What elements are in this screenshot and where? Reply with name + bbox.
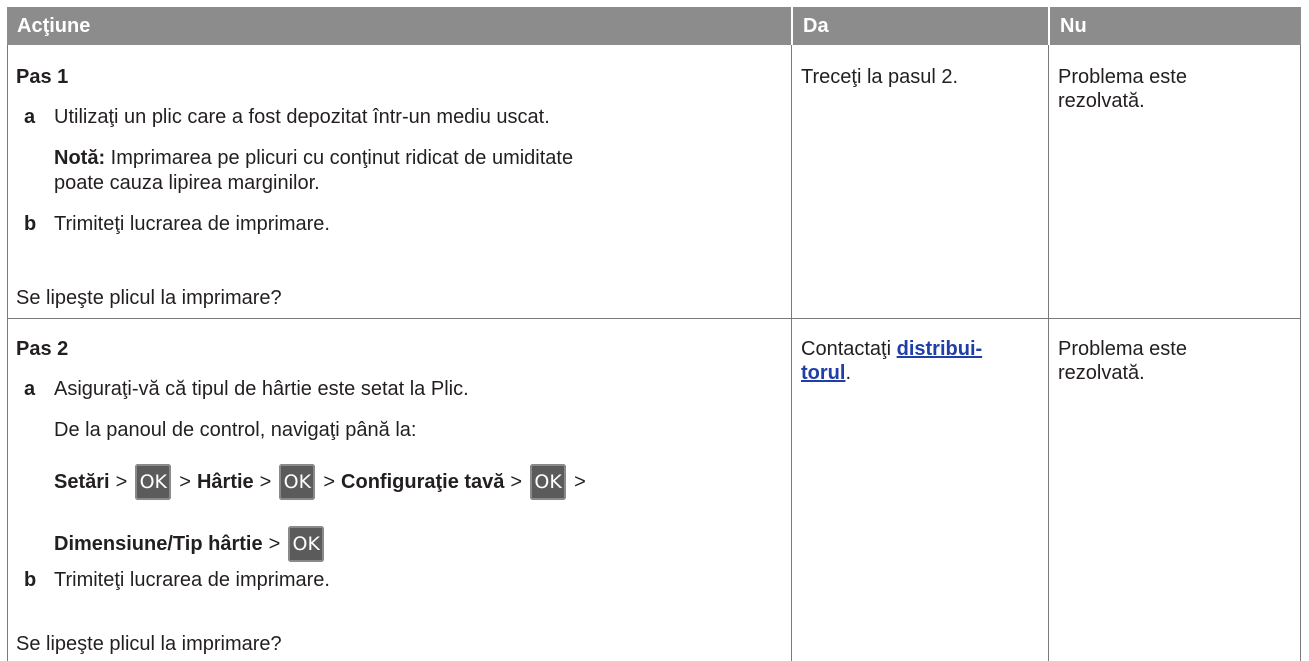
nav-setari: Setări (54, 470, 110, 493)
nav-sep: > (574, 470, 586, 493)
step1-title: Pas 1 (16, 66, 69, 88)
nav-sep: > (115, 470, 128, 493)
step1-b-letter: b (24, 213, 37, 235)
step2-a-letter: a (24, 378, 36, 400)
step2-title: Pas 2 (16, 338, 69, 360)
header-actiune: Acţiune (7, 7, 791, 45)
row-divider (7, 318, 1301, 319)
nav-config: Configuraţie tavă (341, 470, 505, 493)
step2-no-line2: rezolvată. (1058, 362, 1145, 384)
step2-a-text: Asiguraţi-vă că tipul de hârtie este set… (54, 378, 469, 400)
step1-no-line2: rezolvată. (1058, 90, 1145, 112)
nav-path-line1: Setări > OK > Hârtie > OK > Configuraţie… (54, 460, 586, 504)
step2-yes-line1: Contactaţi distribui- (801, 337, 982, 361)
nav-path-line2: Dimensiune/Tip hârtie > OK (54, 522, 332, 566)
step1-yes-text: Treceţi la pasul 2. (801, 66, 959, 88)
yes-prefix: Contactaţi (801, 338, 897, 360)
step1-b-text: Trimiteţi lucrarea de imprimare. (54, 213, 330, 235)
step1-question: Se lipeşte plicul la imprimare? (16, 287, 282, 309)
header-nu: Nu (1050, 7, 1301, 45)
step2-b-letter: b (24, 569, 37, 591)
ok-button-icon: OK (279, 464, 316, 500)
table-border-right (1300, 45, 1301, 661)
nav-dimensiune: Dimensiune/Tip hârtie (54, 532, 263, 555)
step2-yes-line2: torul. (801, 361, 851, 385)
ok-button-icon: OK (288, 526, 325, 562)
step2-nav-text: De la panoul de control, navigaţi până l… (54, 419, 417, 441)
note-text-line1: Imprimarea pe plicuri cu conţinut ridica… (105, 147, 574, 169)
table-border-col1 (791, 45, 792, 661)
nav-hartie: Hârtie (196, 470, 254, 493)
nav-sep: > (259, 470, 272, 493)
header-da: Da (793, 7, 1048, 45)
step1-note-line2: poate cauza lipirea marginilor. (54, 172, 320, 194)
step1-a-text: Utilizaţi un plic care a fost depozitat … (54, 106, 550, 128)
step2-no-line1: Problema este (1058, 338, 1187, 360)
step2-question: Se lipeşte plicul la imprimare? (16, 633, 282, 655)
nav-sep: > (268, 532, 281, 555)
step1-note: Notă: Imprimarea pe plicuri cu conţinut … (54, 146, 573, 170)
nav-sep: > (323, 470, 336, 493)
step1-a-letter: a (24, 106, 36, 128)
yes-suffix: . (845, 362, 851, 384)
distributor-link-cont[interactable]: torul (801, 362, 845, 384)
nav-sep: > (179, 470, 191, 493)
table-border-col2 (1048, 45, 1049, 661)
table-border-left (7, 45, 8, 661)
step2-b-text: Trimiteţi lucrarea de imprimare. (54, 569, 330, 591)
ok-button-icon: OK (135, 464, 172, 500)
nav-sep: > (510, 470, 523, 493)
note-label: Notă: (54, 147, 106, 169)
ok-button-icon: OK (530, 464, 567, 500)
distributor-link[interactable]: distribui- (897, 338, 983, 360)
step1-no-line1: Problema este (1058, 66, 1187, 88)
